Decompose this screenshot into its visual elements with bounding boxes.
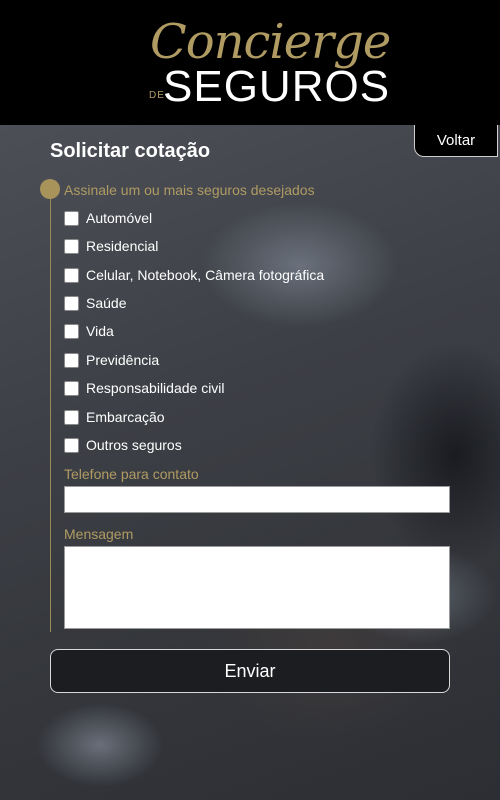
checkbox[interactable] xyxy=(64,323,79,339)
phone-label: Telefone para contato xyxy=(64,466,199,482)
option-previdencia[interactable]: Previdência xyxy=(64,352,159,368)
option-automovel[interactable]: Automóvel xyxy=(64,210,152,226)
checkbox[interactable] xyxy=(64,238,79,254)
option-vida[interactable]: Vida xyxy=(64,323,114,339)
brand-logo[interactable]: Concierge DE SEGUROS xyxy=(145,12,391,112)
option-saude[interactable]: Saúde xyxy=(64,295,126,311)
option-label: Previdência xyxy=(86,352,160,368)
step-dot xyxy=(40,179,60,199)
submit-button[interactable]: Enviar xyxy=(50,649,450,693)
option-label: Automóvel xyxy=(86,210,153,226)
checkbox[interactable] xyxy=(64,437,79,453)
option-label: Vida xyxy=(86,323,114,339)
option-label: Celular, Notebook, Câmera fotográfica xyxy=(86,267,325,283)
insurance-prompt: Assinale um ou mais seguros desejados xyxy=(64,182,315,198)
checkbox[interactable] xyxy=(64,210,79,226)
checkbox[interactable] xyxy=(64,267,79,283)
message-label: Mensagem xyxy=(64,526,134,542)
back-button[interactable]: Voltar xyxy=(414,125,498,157)
site-header: Concierge DE SEGUROS xyxy=(0,0,500,125)
option-embarcacao[interactable]: Embarcação xyxy=(64,409,165,425)
option-label: Saúde xyxy=(86,295,127,311)
message-textarea[interactable] xyxy=(64,546,450,629)
page-title: Solicitar cotação xyxy=(50,140,211,162)
checkbox[interactable] xyxy=(64,352,79,368)
option-responsabilidade-civil[interactable]: Responsabilidade civil xyxy=(64,380,225,396)
option-label: Outros seguros xyxy=(86,437,182,453)
background-photo xyxy=(0,125,500,800)
logo-main-text: SEGUROS xyxy=(163,62,391,111)
checkbox[interactable] xyxy=(64,380,79,396)
checkbox[interactable] xyxy=(64,295,79,311)
option-outros-seguros[interactable]: Outros seguros xyxy=(64,437,182,453)
step-rail xyxy=(50,198,51,632)
option-label: Embarcação xyxy=(86,409,165,425)
checkbox[interactable] xyxy=(64,409,79,425)
option-residencial[interactable]: Residencial xyxy=(64,238,158,254)
option-label: Responsabilidade civil xyxy=(86,380,225,396)
option-label: Residencial xyxy=(86,238,159,254)
option-celular[interactable]: Celular, Notebook, Câmera fotográfica xyxy=(64,267,324,283)
phone-input[interactable] xyxy=(64,486,450,513)
